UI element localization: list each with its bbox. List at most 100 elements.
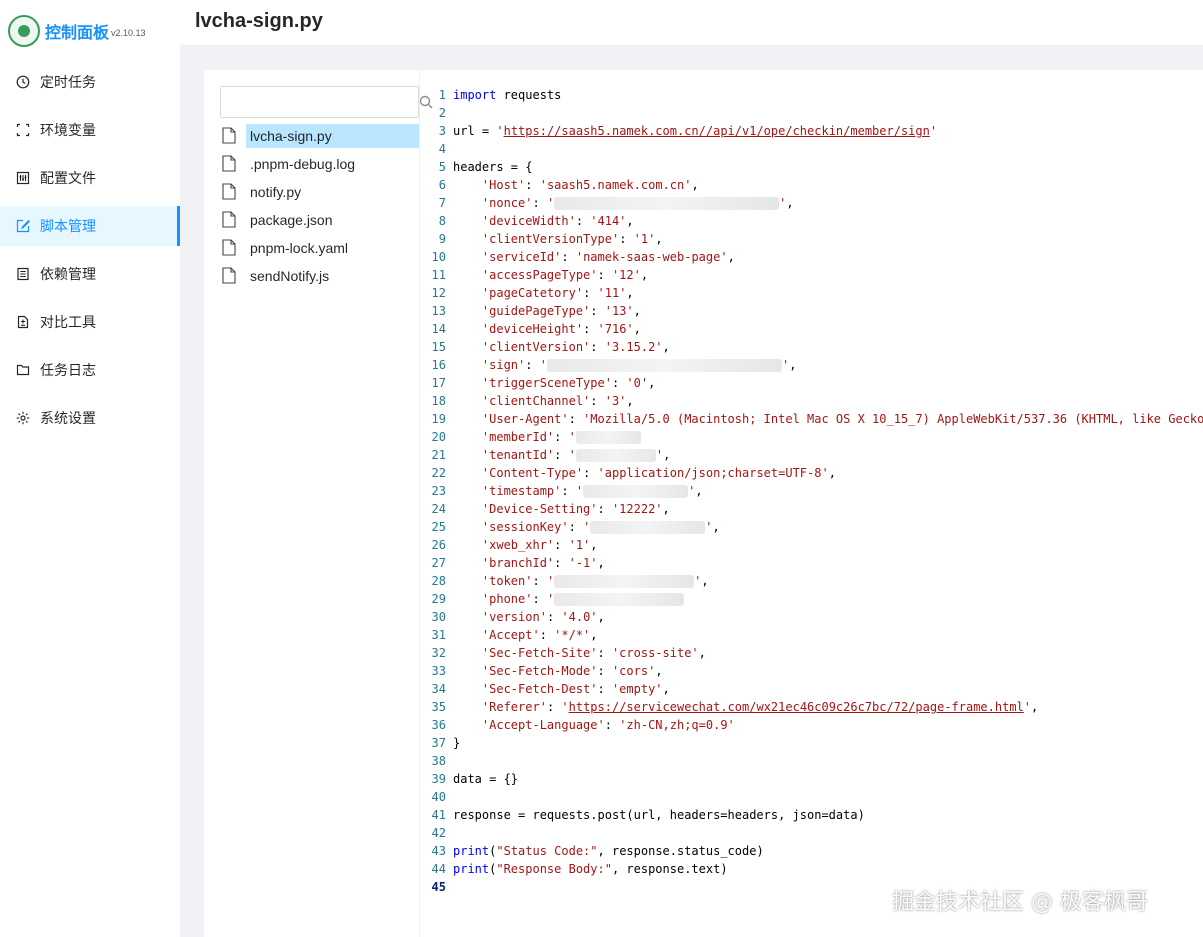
code-token: , [597, 610, 605, 624]
line-number: 37 [431, 736, 446, 750]
code-token: , [633, 322, 641, 336]
line-number: 22 [431, 466, 446, 480]
code-line: 26 'xweb_xhr': '1', [420, 536, 1203, 554]
file-tree-item[interactable]: notify.py [220, 178, 419, 206]
diff-icon [16, 315, 30, 329]
code-text: 'deviceWidth': '414', [446, 212, 634, 230]
code-string: 'guidePageType' [481, 304, 591, 318]
code-string: 'sign' [481, 358, 526, 372]
line-number: 23 [431, 484, 446, 498]
file-icon [222, 183, 238, 201]
code-text: data = {} [446, 770, 518, 788]
line-number: 16 [431, 358, 446, 372]
code-string: 'application/json;charset=UTF-8' [597, 466, 829, 480]
code-line: 34 'Sec-Fetch-Dest': 'empty', [420, 680, 1203, 698]
code-token: , [691, 178, 699, 192]
code-string: 'Referer' [481, 700, 547, 714]
sidebar-item-6[interactable]: 对比工具 [0, 302, 180, 342]
redacted-value [583, 485, 689, 498]
code-token: : [532, 592, 547, 606]
file-tree-item[interactable]: lvcha-sign.py [220, 122, 419, 150]
file-tree-item[interactable]: pnpm-lock.yaml [220, 234, 419, 262]
code-string: 'nonce' [481, 196, 533, 210]
code-string: 'accessPageType' [481, 268, 598, 282]
sidebar-item-2[interactable]: 环境变量 [0, 110, 180, 150]
code-token: requests [496, 88, 562, 102]
code-string: 'clientVersionType' [481, 232, 620, 246]
code-string: '*/*' [554, 628, 591, 642]
code-string: ' [705, 520, 713, 534]
code-string: 'Accept-Language' [481, 718, 605, 732]
code-token: : [554, 430, 569, 444]
file-name: sendNotify.js [250, 268, 330, 284]
line-number: 24 [431, 502, 446, 516]
line-number: 30 [431, 610, 446, 624]
sidebar-item-7[interactable]: 任务日志 [0, 350, 180, 390]
file-tree-item[interactable]: sendNotify.js [220, 262, 419, 290]
code-text: 'Referer': 'https://servicewechat.com/wx… [446, 698, 1038, 716]
code-text: 'clientVersion': '3.15.2', [446, 338, 670, 356]
line-number: 28 [431, 574, 446, 588]
code-line: 13 'guidePageType': '13', [420, 302, 1203, 320]
code-token: response = requests.post(url, headers=he… [453, 808, 865, 822]
code-string: '-1' [568, 556, 598, 570]
code-text: headers = { [446, 158, 532, 176]
code-token: : [532, 574, 547, 588]
code-keyword: import [453, 88, 497, 102]
code-string: ' [546, 592, 555, 606]
redacted-value [575, 431, 641, 444]
code-text: 'pageCatetory': '11', [446, 284, 634, 302]
line-number: 32 [431, 646, 446, 660]
sidebar-item-3[interactable]: 配置文件 [0, 158, 180, 198]
code-line: 6 'Host': 'saash5.namek.com.cn', [420, 176, 1203, 194]
sidebar-item-8[interactable]: 系统设置 [0, 398, 180, 438]
code-editor[interactable]: 1 import requests 2 3 url = 'https://saash5.… [420, 86, 1203, 906]
code-token: , [633, 304, 641, 318]
code-line: 38 [420, 752, 1203, 770]
file-tree-item[interactable]: .pnpm-debug.log [220, 150, 419, 178]
code-string: 'token' [481, 574, 533, 588]
code-text: url = 'https://saash5.namek.com.cn//api/… [446, 122, 937, 140]
code-line: 7 'nonce': ' ', [420, 194, 1203, 212]
code-token: , [662, 340, 670, 354]
code-text: print("Status Code:", response.status_co… [446, 842, 764, 860]
code-token: } [453, 736, 461, 750]
file-tree-item[interactable]: package.json [220, 206, 419, 234]
sidebar-item-1[interactable]: 定时任务 [0, 62, 180, 102]
line-number: 19 [431, 412, 446, 426]
code-string: 'branchId' [481, 556, 555, 570]
code-string: "Status Code:" [496, 844, 598, 858]
code-string: '716' [597, 322, 634, 336]
code-string: 'triggerSceneType' [481, 376, 612, 390]
code-text: response = requests.post(url, headers=he… [446, 806, 865, 824]
app-logo[interactable]: 控制面板 v2.10.13 [8, 12, 146, 50]
search-input[interactable] [221, 87, 418, 117]
sidebar-item-4[interactable]: 脚本管理 [0, 206, 180, 246]
code-text: 'deviceHeight': '716', [446, 320, 641, 338]
code-keyword: print [453, 844, 490, 858]
file-search [220, 86, 433, 118]
sidebar-item-label: 依赖管理 [40, 266, 96, 282]
line-number: 15 [431, 340, 446, 354]
code-string: 'Host' [481, 178, 526, 192]
container-icon [16, 267, 30, 281]
code-string: ' [568, 448, 576, 462]
file-name: notify.py [250, 184, 302, 200]
sidebar-item-5[interactable]: 依赖管理 [0, 254, 180, 294]
code-string: 'cors' [611, 664, 656, 678]
line-number: 20 [431, 430, 446, 444]
code-text: 'timestamp': ' ', [446, 482, 703, 500]
code-token: , [648, 376, 656, 390]
